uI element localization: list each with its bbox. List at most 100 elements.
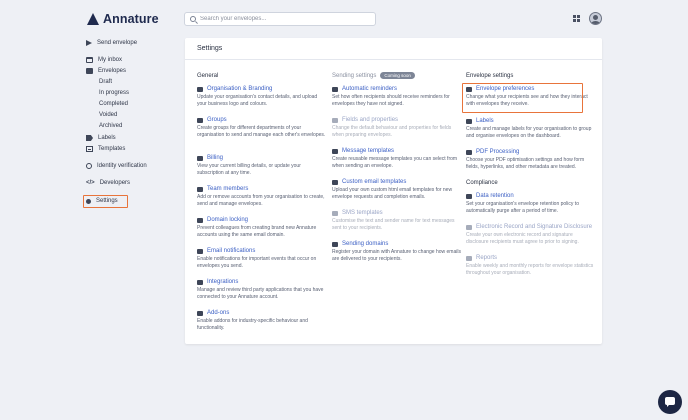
addons-icon [197,310,203,316]
sidebar-item-archived[interactable]: Archived [99,123,122,129]
item-desc: Enable notifications for important event… [197,256,317,269]
item-desc: Add or remove accounts from your organis… [197,194,325,207]
chat-launcher-icon[interactable] [658,390,682,414]
credit-card-icon [197,155,203,161]
sidebar-item-my-inbox[interactable]: My inbox [86,57,122,63]
disclosure-icon [466,224,472,230]
sidebar-item-voided[interactable]: Voided [99,112,117,118]
item-desc: Choose your PDF optimisation settings an… [466,157,585,170]
sidebar-item-draft[interactable]: Draft [99,79,112,85]
coming-soon-badge: Coming soon [380,72,415,79]
setting-billing[interactable]: Billing View your current billing detail… [197,154,327,177]
item-title: Add-ons [207,310,230,316]
general-heading: General [197,72,219,79]
brand-logo[interactable]: Annature [87,12,159,26]
database-icon [466,193,472,199]
setting-organisation-branding[interactable]: Organisation & Branding Update your orga… [197,85,327,108]
sidebar-item-labels[interactable]: Labels [86,135,116,141]
item-desc: Set your organisation's envelope retenti… [466,201,579,214]
setting-labels[interactable]: Labels Create and manage labels for your… [466,117,596,140]
setting-automatic-reminders[interactable]: Automatic reminders Set how often recipi… [332,85,462,108]
item-title: PDF Processing [476,149,520,155]
item-title: SMS templates [342,210,383,216]
pdf-icon [466,149,472,155]
item-desc: Register your domain with Annature to ch… [332,249,461,262]
reminder-icon [332,86,338,92]
code-icon: </> [86,180,95,186]
label-icon [466,118,472,124]
envelope-preferences-highlight-box [462,83,583,113]
sidebar-item-envelopes[interactable]: Envelopes [86,68,126,74]
sidebar-item-label: My inbox [98,57,123,63]
sidebar-item-developers[interactable]: </> Developers [86,180,130,186]
sending-heading-label: Sending settings [332,72,377,79]
label-icon [86,135,93,141]
item-desc: Enable addons for industry-specific beha… [197,318,308,331]
item-title: Data retention [476,193,514,199]
sending-column: Sending settings Coming soon Automatic r… [332,71,462,262]
sidebar-item-templates[interactable]: Templates [86,146,125,152]
item-title: Automatic reminders [342,86,398,92]
team-icon [197,186,203,192]
setting-message-templates[interactable]: Message templates Create reusable messag… [332,147,462,170]
item-title: Fields and properties [342,117,399,123]
divider [185,59,602,60]
lock-icon [197,217,203,223]
settings-highlight-box [83,195,128,208]
item-desc: View your current billing details, or up… [197,163,301,176]
item-desc: Manage and review third party applicatio… [197,287,324,300]
item-desc: Set how often recipients should receive … [332,94,450,107]
user-avatar[interactable] [589,12,602,25]
globe-icon [332,241,338,247]
setting-team-members[interactable]: Team members Add or remove accounts from… [197,185,327,208]
integrations-icon [197,279,203,285]
notification-icon [197,248,203,254]
setting-integrations[interactable]: Integrations Manage and review third par… [197,278,327,301]
sending-heading: Sending settings Coming soon [332,71,462,80]
compliance-heading: Compliance [466,179,498,186]
sidebar-item-identity-verification[interactable]: Identity verification [86,163,147,169]
sidebar-item-in-progress[interactable]: In progress [99,90,129,96]
search-input[interactable] [200,16,370,22]
item-title: Team members [207,186,249,192]
setting-data-retention[interactable]: Data retention Set your organisation's e… [466,192,596,215]
item-desc: Update your organisation's contact detai… [197,94,318,107]
item-desc: Prevent colleagues from creating brand n… [197,225,317,238]
brand-name: Annature [103,12,159,26]
item-title: Message templates [342,148,395,154]
item-desc: Enable weekly and monthly reports for en… [466,263,594,276]
groups-icon [197,117,203,123]
sidebar-item-label: Templates [98,146,126,152]
general-column: General Organisation & Branding Update y… [197,71,327,331]
search-bar[interactable] [184,12,376,26]
setting-email-notifications[interactable]: Email notifications Enable notifications… [197,247,327,270]
setting-reports: Reports Enable weekly and monthly report… [466,254,596,277]
message-icon [332,148,338,154]
page-title: Settings [197,45,223,52]
setting-add-ons[interactable]: Add-ons Enable addons for industry-speci… [197,309,327,332]
sidebar-item-send-envelope[interactable]: Send envelope [86,40,137,46]
email-template-icon [332,179,338,185]
item-title: Integrations [207,279,239,285]
item-desc: Create groups for different departments … [197,125,326,138]
item-title: Groups [207,117,227,123]
item-title: Billing [207,155,224,161]
setting-groups[interactable]: Groups Create groups for different depar… [197,116,327,139]
fields-icon [332,117,338,123]
setting-sending-domains[interactable]: Sending domains Register your domain wit… [332,240,462,263]
setting-domain-locking[interactable]: Domain locking Prevent colleagues from c… [197,216,327,239]
envelope-icon [86,68,93,74]
setting-custom-email-templates[interactable]: Custom email templates Upload your own c… [332,178,462,201]
item-title: Reports [476,255,498,261]
apps-grid-icon[interactable] [573,15,580,22]
sidebar-item-completed[interactable]: Completed [99,101,128,107]
sms-icon [332,210,338,216]
send-icon [86,40,92,46]
sidebar-item-label: Envelopes [98,68,127,74]
envelope-column: Envelope settings Envelope preferences C… [466,71,596,276]
setting-pdf-processing[interactable]: PDF Processing Choose your PDF optimisat… [466,148,596,171]
inbox-icon [86,57,93,63]
item-title: Custom email templates [342,179,407,185]
envelope-heading: Envelope settings [466,72,514,79]
item-title: Sending domains [342,241,389,247]
